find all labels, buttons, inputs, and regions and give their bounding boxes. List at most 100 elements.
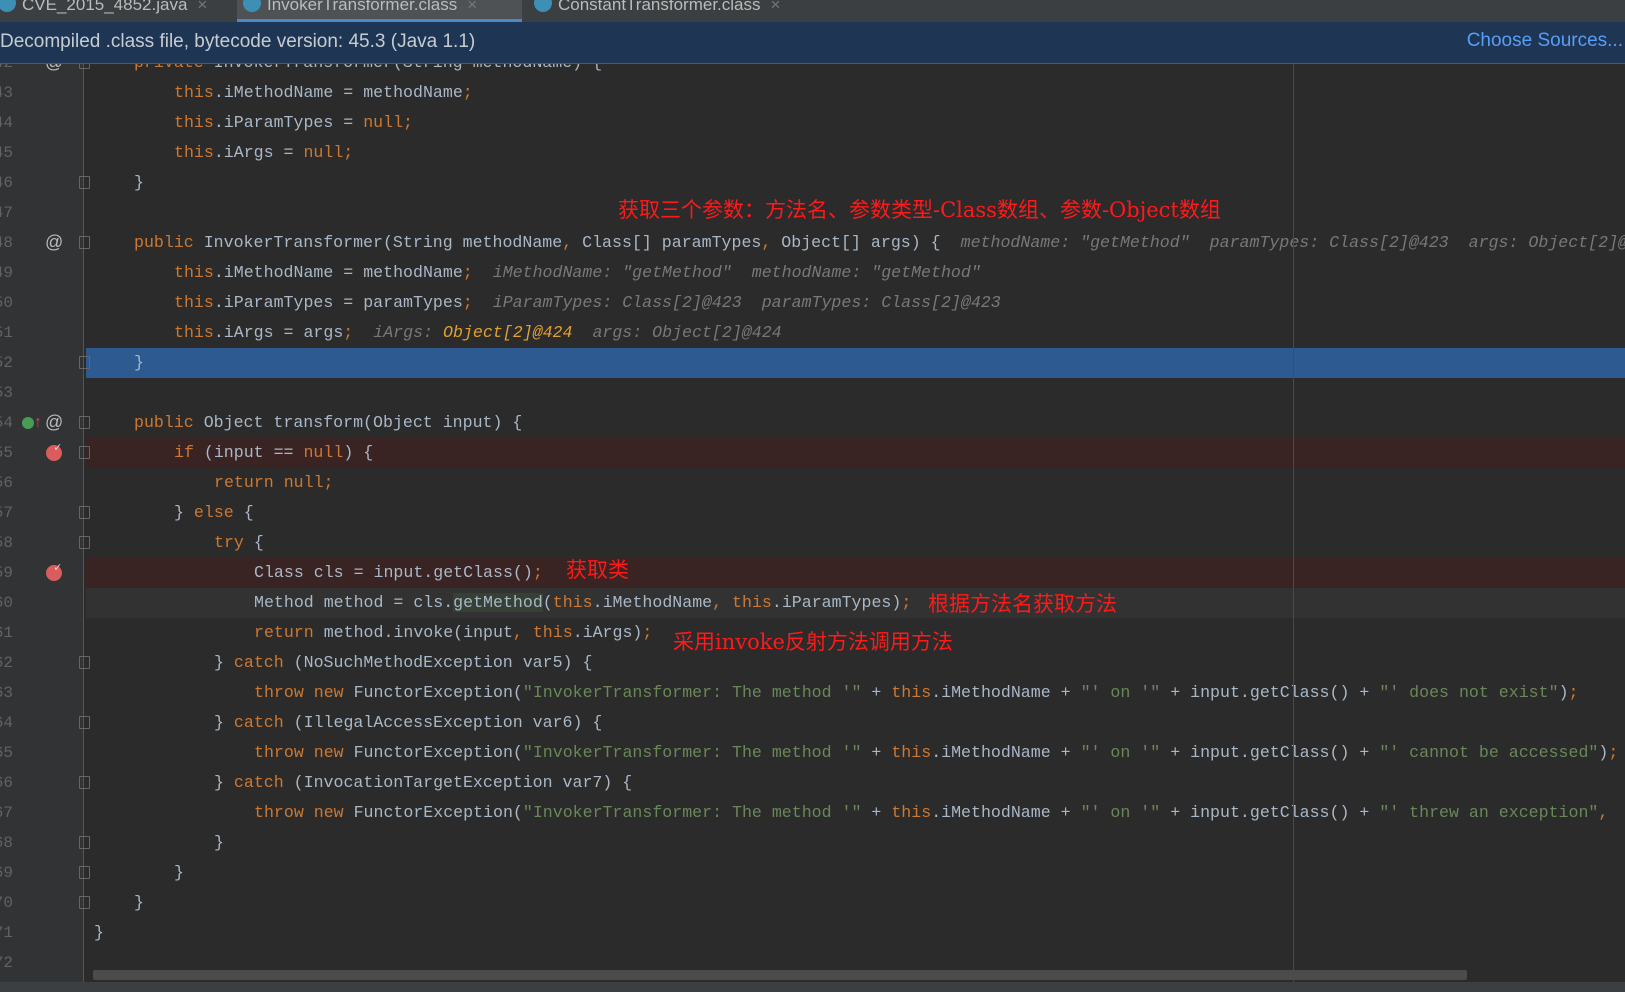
code-line[interactable]: 48 @ public InvokerTransformer(String meth…: [0, 228, 1625, 258]
code-token: +: [861, 803, 892, 822]
line-number: 56: [0, 474, 13, 492]
close-tab-icon[interactable]: ×: [197, 0, 207, 14]
code-text: if (input == null) {: [174, 438, 373, 468]
code-token: catch: [233, 713, 294, 732]
fold-marker-icon[interactable]: [79, 64, 90, 69]
code-line[interactable]: 68}: [0, 828, 1625, 858]
code-line[interactable]: 53: [0, 378, 1625, 408]
tab-0[interactable]: CVE_2015_4852.java ×: [0, 0, 224, 22]
fold-marker-icon[interactable]: [79, 446, 90, 459]
code-line[interactable]: 66} catch (InvocationTargetException var…: [0, 768, 1625, 798]
code-line[interactable]: 43 this.iMethodName = methodName;: [0, 78, 1625, 108]
inline-debug-value: iMethodName: "getMethod": [492, 263, 732, 282]
breakpoint-icon[interactable]: [46, 433, 62, 463]
tab-1[interactable]: InvokerTransformer.class ×: [237, 0, 522, 22]
code-text: throw new FunctorException("InvokerTrans…: [254, 798, 1618, 828]
code-token: .iParamTypes = paramTypes: [213, 293, 463, 312]
close-tab-icon[interactable]: ×: [771, 0, 781, 14]
code-line[interactable]: 60Method method = cls.getMethod(this.iMe…: [0, 588, 1625, 618]
code-token: "' on '": [1080, 803, 1161, 822]
code-line[interactable]: 51 this.iArgs = args; iArgs: Object[2]@424…: [0, 318, 1625, 348]
code-token: "' on '": [1080, 743, 1161, 762]
line-number: 68: [0, 834, 13, 852]
code-line[interactable]: 56 return null;: [0, 468, 1625, 498]
line-number: 63: [0, 684, 13, 702]
code-line[interactable]: 65 throw new FunctorException("InvokerTra…: [0, 738, 1625, 768]
code-editor[interactable]: 42 @ private InvokerTransformer(String met…: [0, 64, 1625, 992]
code-line[interactable]: 45 this.iArgs = null;: [0, 138, 1625, 168]
code-line[interactable]: 64} catch (IllegalAccessException var6) …: [0, 708, 1625, 738]
fold-marker-icon[interactable]: [79, 536, 90, 549]
annotation-marker-icon[interactable]: @: [45, 227, 63, 257]
line-number: 47: [0, 204, 13, 222]
annotation-marker-icon[interactable]: @: [45, 64, 63, 77]
fold-marker-icon[interactable]: [79, 236, 90, 249]
fold-marker-icon[interactable]: [79, 896, 90, 909]
code-text: }: [174, 858, 184, 888]
code-line[interactable]: 69}: [0, 858, 1625, 888]
code-token: this: [174, 293, 214, 312]
code-line[interactable]: 52}: [0, 348, 1625, 378]
code-line[interactable]: 54↑@public Object transform(Object input…: [0, 408, 1625, 438]
code-token: method.invoke(input: [323, 623, 513, 642]
class-file-icon: [243, 0, 261, 12]
code-token: {: [243, 503, 254, 522]
code-line[interactable]: 59 Class cls = input.getClass();: [0, 553, 1625, 588]
code-token: + input.getClass() +: [1160, 743, 1380, 762]
code-text: } catch (InvocationTargetException var7)…: [214, 768, 632, 798]
code-token: this: [732, 593, 772, 612]
code-text: this.iArgs = args; iArgs: Object[2]@424 ar…: [174, 318, 782, 348]
code-token: this: [891, 743, 932, 762]
code-token: "InvokerTransformer: The method '": [522, 683, 862, 702]
code-line[interactable]: 42 @ private InvokerTransformer(String met…: [0, 64, 1625, 78]
status-strip: [0, 982, 1625, 992]
inline-debug-value: args: Object[2]@424: [1468, 233, 1625, 252]
fold-marker-icon[interactable]: [79, 866, 90, 879]
code-line[interactable]: 44 this.iParamTypes = null;: [0, 108, 1625, 138]
code-line[interactable]: 50 this.iParamTypes = paramTypes; iParamTy…: [0, 288, 1625, 318]
code-token: ;: [462, 263, 473, 282]
code-token: ,: [1598, 803, 1619, 822]
code-line[interactable]: 63 throw new FunctorException("InvokerTra…: [0, 678, 1625, 708]
code-token: "' threw an exception": [1379, 803, 1599, 822]
code-token: }: [214, 653, 234, 672]
tab-2[interactable]: ConstantTransformer.class ×: [528, 0, 808, 22]
code-token: this: [891, 803, 932, 822]
code-token: private: [134, 64, 214, 72]
fold-marker-icon[interactable]: [79, 416, 90, 429]
code-token: + input.getClass() +: [1160, 803, 1380, 822]
code-line[interactable]: 49 this.iMethodName = methodName; iMethodN…: [0, 258, 1625, 288]
choose-sources-link[interactable]: Choose Sources...: [1467, 30, 1623, 52]
code-line[interactable]: 57} else {: [0, 498, 1625, 528]
code-line[interactable]: 71}: [0, 918, 1625, 948]
code-line[interactable]: 55 if (input == null) {: [0, 433, 1625, 468]
code-line[interactable]: 67 throw new FunctorException("InvokerTra…: [0, 798, 1625, 828]
fold-marker-icon[interactable]: [79, 776, 90, 789]
line-number: 54: [0, 414, 13, 432]
code-line[interactable]: 70}: [0, 888, 1625, 918]
fold-marker-icon[interactable]: [79, 656, 90, 669]
code-text: this.iMethodName = methodName; iMethodNam…: [174, 258, 981, 288]
code-token: this: [174, 143, 214, 162]
fold-marker-icon[interactable]: [79, 176, 90, 189]
fold-marker-icon[interactable]: [79, 716, 90, 729]
right-margin-guide: [1293, 64, 1294, 984]
line-number: 58: [0, 534, 13, 552]
close-tab-icon[interactable]: ×: [467, 0, 477, 14]
fold-marker-icon[interactable]: [79, 836, 90, 849]
implements-method-icon[interactable]: ↑: [22, 407, 42, 438]
fold-marker-icon[interactable]: [79, 356, 90, 369]
code-token: null;: [303, 143, 354, 162]
code-line[interactable]: 62} catch (NoSuchMethodException var5) {: [0, 648, 1625, 678]
decompiled-banner: Decompiled .class file, bytecode version…: [0, 22, 1625, 64]
code-token: (input ==: [203, 443, 304, 462]
code-text: this.iParamTypes = paramTypes; iParamType…: [174, 288, 1001, 318]
horizontal-scrollbar[interactable]: [93, 970, 1467, 980]
code-token: ;: [532, 563, 543, 582]
code-annotation: 获取类: [566, 558, 629, 582]
breakpoint-icon[interactable]: [46, 553, 62, 583]
code-line[interactable]: 58 try {: [0, 528, 1625, 558]
code-text: throw new FunctorException("InvokerTrans…: [254, 678, 1579, 708]
code-token: .iArgs = args: [213, 323, 344, 342]
fold-marker-icon[interactable]: [79, 506, 90, 519]
